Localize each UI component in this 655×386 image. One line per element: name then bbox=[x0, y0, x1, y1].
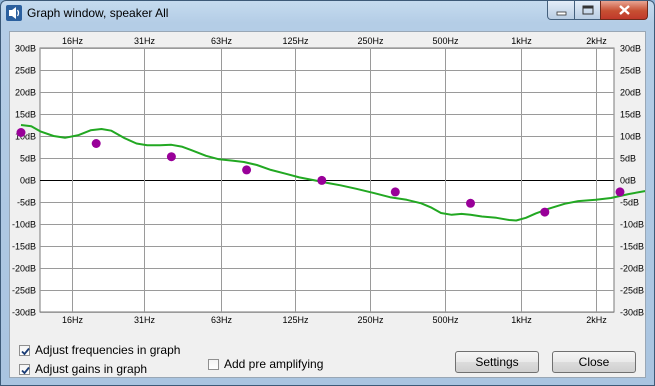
y-tick-label-right: 10dB bbox=[620, 132, 641, 142]
y-tick-label-right: 30dB bbox=[620, 44, 641, 54]
x-tick-label-top: 16Hz bbox=[62, 36, 84, 46]
x-tick-label-bottom: 16Hz bbox=[62, 315, 84, 325]
close-window-button[interactable] bbox=[600, 1, 648, 20]
x-tick-label-bottom: 500Hz bbox=[432, 315, 459, 325]
y-tick-label-left: -20dB bbox=[12, 264, 36, 274]
y-tick-label-left: 0dB bbox=[20, 176, 36, 186]
x-tick-label-bottom: 1kHz bbox=[511, 315, 532, 325]
eq-band-point[interactable] bbox=[390, 187, 400, 197]
checkmark-icon bbox=[21, 366, 30, 374]
eq-band-point[interactable] bbox=[540, 207, 550, 217]
y-tick-label-right: 25dB bbox=[620, 66, 641, 76]
x-tick-label-bottom: 125Hz bbox=[282, 315, 309, 325]
y-tick-label-left: -10dB bbox=[12, 220, 36, 230]
y-tick-label-left: 25dB bbox=[15, 66, 36, 76]
x-tick-label-top: 125Hz bbox=[282, 36, 309, 46]
eq-band-point[interactable] bbox=[615, 187, 625, 197]
graph-window: Graph window, speaker All 30dB 30dB 25dB 25… bbox=[0, 0, 655, 386]
y-tick-label-right: -20dB bbox=[620, 264, 644, 274]
client-area: 30dB 30dB 25dB 25dB 20dB 20dB 15dB 15dB 10dB 10dB… bbox=[9, 31, 646, 378]
x-tick-label-top: 500Hz bbox=[432, 36, 459, 46]
y-tick-label-left: -5dB bbox=[17, 198, 36, 208]
x-tick-label-top: 1kHz bbox=[511, 36, 532, 46]
x-tick-label-bottom: 250Hz bbox=[357, 315, 384, 325]
add-pre-amplifying-label: Add pre amplifying bbox=[224, 357, 324, 371]
x-tick-label-top: 250Hz bbox=[357, 36, 384, 46]
eq-band-point[interactable] bbox=[91, 139, 101, 148]
speaker-app-icon bbox=[6, 5, 22, 21]
eq-band-point[interactable] bbox=[317, 175, 327, 185]
y-tick-label-right: 20dB bbox=[620, 88, 641, 98]
y-tick-label-right: 5dB bbox=[620, 154, 636, 164]
maximize-button[interactable] bbox=[574, 1, 601, 20]
y-tick-label-right: 0dB bbox=[620, 176, 636, 186]
add-pre-amplifying-checkbox[interactable]: Add pre amplifying bbox=[208, 357, 323, 371]
adjust-frequencies-checkbox-box[interactable] bbox=[19, 344, 30, 356]
y-tick-label-left: 15dB bbox=[15, 110, 36, 120]
adjust-frequencies-label: Adjust frequencies in graph bbox=[35, 343, 181, 357]
y-tick-label-left: -25dB bbox=[12, 286, 36, 296]
minimize-button[interactable] bbox=[547, 1, 575, 20]
checkmark-icon bbox=[21, 347, 30, 355]
eq-band-point[interactable] bbox=[16, 128, 26, 137]
title-bar[interactable]: Graph window, speaker All bbox=[1, 1, 654, 25]
y-tick-label-left: -15dB bbox=[12, 242, 36, 252]
x-tick-label-top: 63Hz bbox=[211, 36, 233, 46]
y-tick-label-left: 20dB bbox=[15, 88, 36, 98]
window-title: Graph window, speaker All bbox=[27, 6, 169, 20]
x-tick-label-bottom: 2kHz bbox=[586, 315, 607, 325]
settings-button[interactable]: Settings bbox=[455, 351, 539, 373]
adjust-frequencies-checkbox[interactable]: Adjust frequencies in graph bbox=[19, 343, 180, 357]
eq-band-point[interactable] bbox=[242, 165, 252, 175]
adjust-gains-label: Adjust gains in graph bbox=[35, 362, 148, 376]
y-tick-label-right: -10dB bbox=[620, 220, 644, 230]
x-tick-label-top: 31Hz bbox=[134, 36, 156, 46]
add-pre-amplifying-checkbox-box[interactable] bbox=[208, 358, 219, 370]
y-tick-label-right: -5dB bbox=[620, 198, 639, 208]
y-tick-label-right: -25dB bbox=[620, 286, 644, 296]
adjust-gains-checkbox[interactable]: Adjust gains in graph bbox=[19, 362, 147, 376]
frequency-response-graph[interactable]: 30dB 30dB25dB 25dB20dB 20dB15dB 15dB10dB 10dB… bbox=[10, 32, 645, 332]
y-tick-label-left: 30dB bbox=[15, 44, 36, 54]
x-tick-label-top: 2kHz bbox=[586, 36, 607, 46]
y-tick-label-right: -30dB bbox=[620, 308, 644, 318]
adjust-gains-checkbox-box[interactable] bbox=[19, 363, 30, 375]
y-tick-label-left: -30dB bbox=[12, 308, 36, 318]
close-button[interactable]: Close bbox=[552, 351, 636, 373]
eq-band-point[interactable] bbox=[466, 198, 475, 208]
eq-band-point[interactable] bbox=[166, 152, 176, 162]
y-tick-label-right: 15dB bbox=[620, 110, 641, 120]
y-tick-label-left: 5dB bbox=[20, 154, 36, 164]
x-tick-label-bottom: 63Hz bbox=[211, 315, 233, 325]
x-tick-label-bottom: 31Hz bbox=[134, 315, 156, 325]
y-tick-label-right: -15dB bbox=[620, 242, 644, 252]
